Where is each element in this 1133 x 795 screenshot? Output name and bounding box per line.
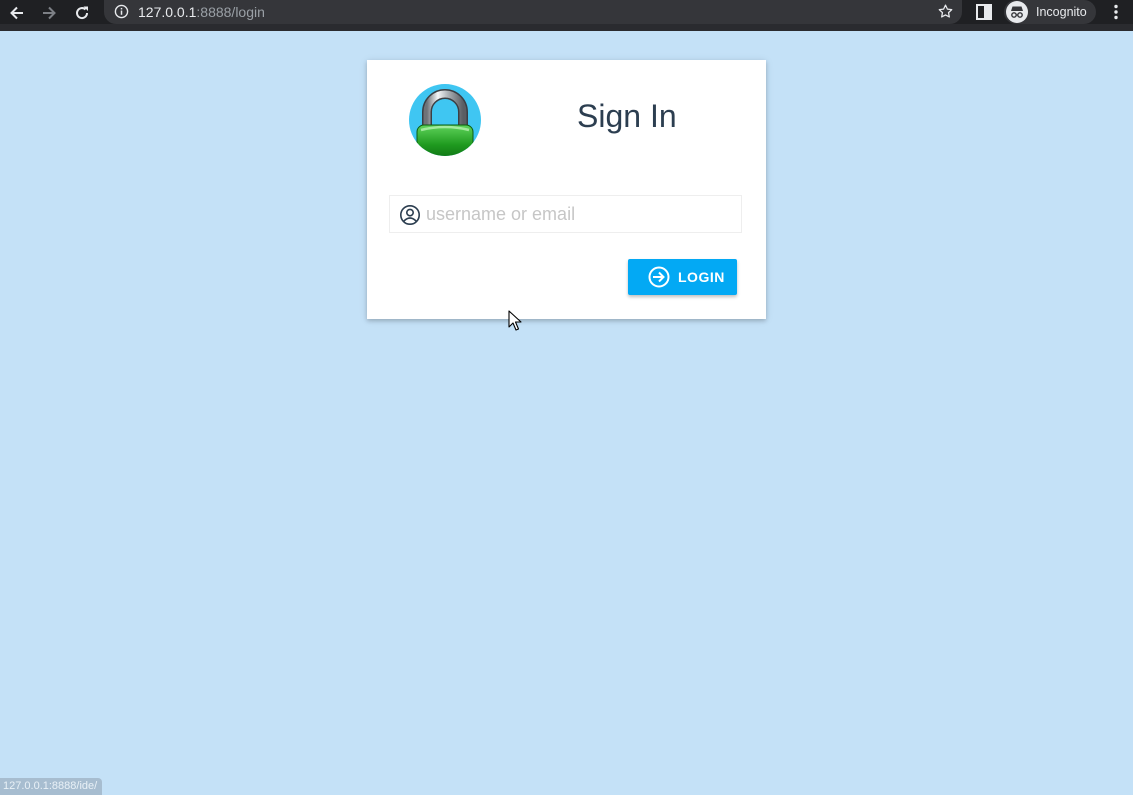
- url-text[interactable]: 127.0.0.1:8888/login: [138, 4, 265, 20]
- reload-icon: [76, 6, 89, 20]
- browser-menu-button[interactable]: [1108, 3, 1124, 26]
- url-path: :8888/login: [196, 4, 265, 20]
- incognito-icon: [1006, 1, 1028, 23]
- browser-toolbar: 127.0.0.1:8888/login Incognito: [0, 0, 1133, 24]
- page-title: Sign In: [577, 98, 677, 134]
- login-card: Sign In LOGIN: [367, 60, 766, 319]
- padlock-logo: [409, 84, 481, 156]
- user-circle-icon: [400, 205, 420, 225]
- login-button-label: LOGIN: [678, 269, 725, 285]
- forward-button[interactable]: [38, 2, 60, 24]
- star-icon: [938, 4, 953, 18]
- back-button[interactable]: [6, 2, 28, 24]
- reload-button[interactable]: [71, 2, 93, 24]
- incognito-label: Incognito: [1036, 5, 1087, 19]
- mouse-cursor-icon: [508, 310, 522, 331]
- more-vert-icon: [1114, 4, 1118, 20]
- bookmark-button[interactable]: [937, 3, 954, 25]
- back-arrow-icon: [10, 6, 23, 20]
- side-panel-button[interactable]: [975, 3, 993, 26]
- toolbar-divider: [0, 24, 1133, 31]
- forward-arrow-icon: [43, 6, 56, 20]
- login-arrow-icon: [648, 266, 670, 288]
- username-input[interactable]: [426, 197, 726, 231]
- incognito-profile-chip[interactable]: Incognito: [1004, 0, 1096, 24]
- url-host: 127.0.0.1: [138, 4, 197, 20]
- site-info-button[interactable]: [114, 4, 129, 24]
- login-button[interactable]: LOGIN: [628, 259, 737, 295]
- status-url-bubble: 127.0.0.1:8888/ide/: [0, 778, 103, 795]
- info-icon: [114, 4, 129, 19]
- side-panel-icon: [976, 4, 992, 20]
- username-field[interactable]: [389, 195, 742, 233]
- address-bar[interactable]: 127.0.0.1:8888/login: [104, 0, 962, 24]
